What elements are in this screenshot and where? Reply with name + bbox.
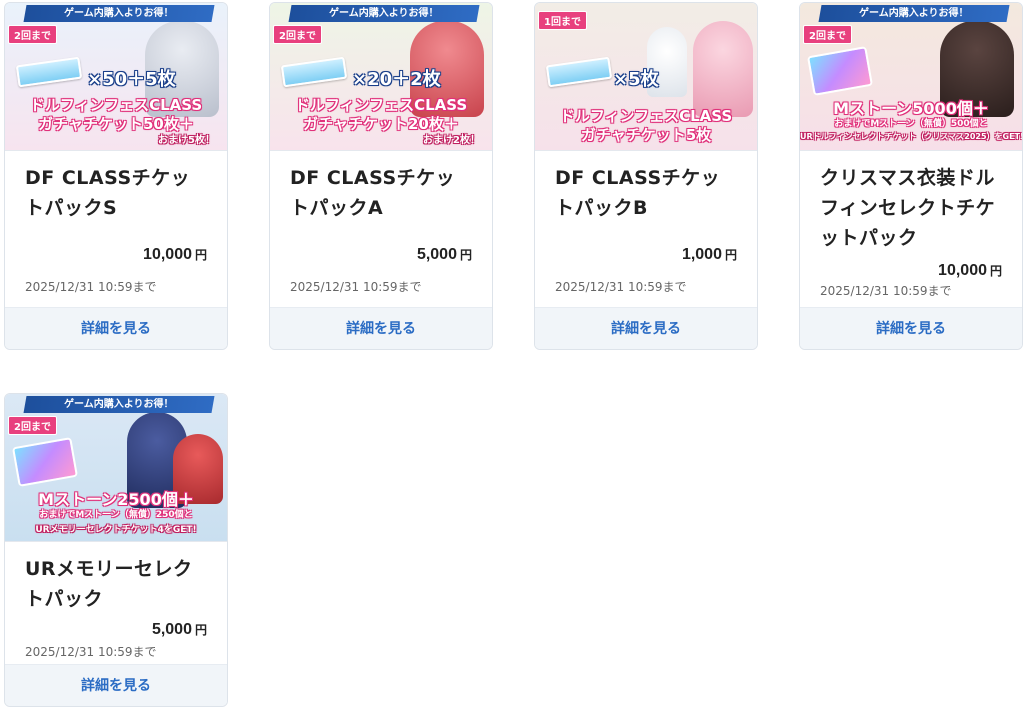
banner-headline: ドルフィンフェスCLASS — [559, 107, 733, 125]
product-card[interactable]: ゲーム内購入よりお得！ 2回まで Mストーン5000個＋ おまけでMストーン（無… — [799, 2, 1023, 350]
view-details-button[interactable]: 詳細を見る — [5, 664, 227, 706]
view-details-button[interactable]: 詳細を見る — [270, 307, 492, 349]
product-title: URメモリーセレクトパック — [25, 558, 193, 610]
view-details-button[interactable]: 詳細を見る — [800, 307, 1022, 349]
product-price: 5,000 円 — [151, 621, 207, 638]
product-info: DF CLASSチケットパックA 5,000 円 2025/12/31 10:59… — [270, 151, 492, 307]
product-card[interactable]: ゲーム内購入よりお得！ 2回まで ×20＋2枚 ドルフィンフェスCLASS ガチ… — [269, 2, 493, 350]
product-title: DF CLASSチケットパックB — [555, 167, 721, 219]
banner-headline: ドルフィンフェスCLASS — [29, 96, 203, 114]
banner-count: ×50＋5枚 — [87, 69, 176, 90]
purchase-limit-badge: 2回まで — [273, 25, 322, 44]
banner-ribbon: ゲーム内購入よりお得！ — [23, 5, 215, 22]
product-card[interactable]: ゲーム内購入よりお得！ 2回まで Mストーン2500個＋ おまけでMストーン（無… — [4, 393, 228, 707]
banner-bonus-text: おまけ2枚！ — [423, 135, 480, 146]
product-title: DF CLASSチケットパックS — [25, 167, 191, 219]
product-card[interactable]: 1回まで ×5枚 ドルフィンフェスCLASS ガチャチケット5枚 DF CLAS… — [534, 2, 758, 350]
product-title: クリスマス衣装ドルフィンセレクトチケットパック — [820, 167, 996, 249]
product-price: 10,000 円 — [143, 246, 207, 263]
banner-bonus-text: URメモリーセレクトチケット4をGET! — [35, 525, 197, 535]
purchase-limit-badge: 2回まで — [803, 25, 852, 44]
product-banner-image[interactable]: ゲーム内購入よりお得！ 2回まで ×50＋5枚 ドルフィンフェスCLASS ガチ… — [5, 3, 227, 151]
banner-subheadline: おまけでMストーン（無償）500個と — [834, 119, 988, 129]
banner-count: ×5枚 — [613, 69, 659, 90]
banner-subheadline: おまけでMストーン（無償）250個と — [39, 510, 193, 520]
banner-bonus-text: URドルフィンセレクトチケット（クリスマス2025）をGET! — [800, 132, 1022, 141]
view-details-button[interactable]: 詳細を見る — [535, 307, 757, 349]
banner-subheadline: ガチャチケット5枚 — [580, 126, 712, 144]
purchase-limit-badge: 2回まで — [8, 25, 57, 44]
product-info: クリスマス衣装ドルフィンセレクトチケットパック 10,000 円 2025/12/… — [800, 151, 1022, 307]
banner-ribbon: ゲーム内購入よりお得！ — [23, 396, 215, 413]
character-art — [693, 21, 753, 117]
sale-deadline: 2025/12/31 10:59まで — [290, 280, 422, 294]
banner-bonus-text: おまけ5枚！ — [158, 135, 215, 146]
product-info: DF CLASSチケットパックS 10,000 円 2025/12/31 10:5… — [5, 151, 227, 307]
sale-deadline: 2025/12/31 10:59まで — [25, 645, 157, 659]
sale-deadline: 2025/12/31 10:59まで — [25, 280, 157, 294]
product-price: 5,000 円 — [416, 246, 472, 263]
product-banner-image[interactable]: ゲーム内購入よりお得！ 2回まで ×20＋2枚 ドルフィンフェスCLASS ガチ… — [270, 3, 492, 151]
banner-ribbon: ゲーム内購入よりお得！ — [288, 5, 480, 22]
purchase-limit-badge: 1回まで — [538, 11, 587, 30]
view-details-button[interactable]: 詳細を見る — [5, 307, 227, 349]
purchase-limit-badge: 2回まで — [8, 416, 57, 435]
sale-deadline: 2025/12/31 10:59まで — [555, 280, 687, 294]
product-card[interactable]: ゲーム内購入よりお得！ 2回まで ×50＋5枚 ドルフィンフェスCLASS ガチ… — [4, 2, 228, 350]
product-price: 10,000 円 — [938, 262, 1002, 279]
banner-headline: ドルフィンフェスCLASS — [294, 96, 468, 114]
banner-count: ×20＋2枚 — [352, 69, 441, 90]
product-info: DF CLASSチケットパックB 1,000 円 2025/12/31 10:59… — [535, 151, 757, 307]
product-info: URメモリーセレクトパック 5,000 円 2025/12/31 10:59まで — [5, 542, 227, 664]
product-title: DF CLASSチケットパックA — [290, 167, 456, 219]
sale-deadline: 2025/12/31 10:59まで — [820, 284, 952, 298]
product-banner-image[interactable]: 1回まで ×5枚 ドルフィンフェスCLASS ガチャチケット5枚 — [535, 3, 757, 151]
banner-ribbon: ゲーム内購入よりお得！ — [818, 5, 1010, 22]
product-banner-image[interactable]: ゲーム内購入よりお得！ 2回まで Mストーン5000個＋ おまけでMストーン（無… — [800, 3, 1022, 151]
product-banner-image[interactable]: ゲーム内購入よりお得！ 2回まで Mストーン2500個＋ おまけでMストーン（無… — [5, 394, 227, 542]
product-price: 1,000 円 — [681, 246, 737, 263]
